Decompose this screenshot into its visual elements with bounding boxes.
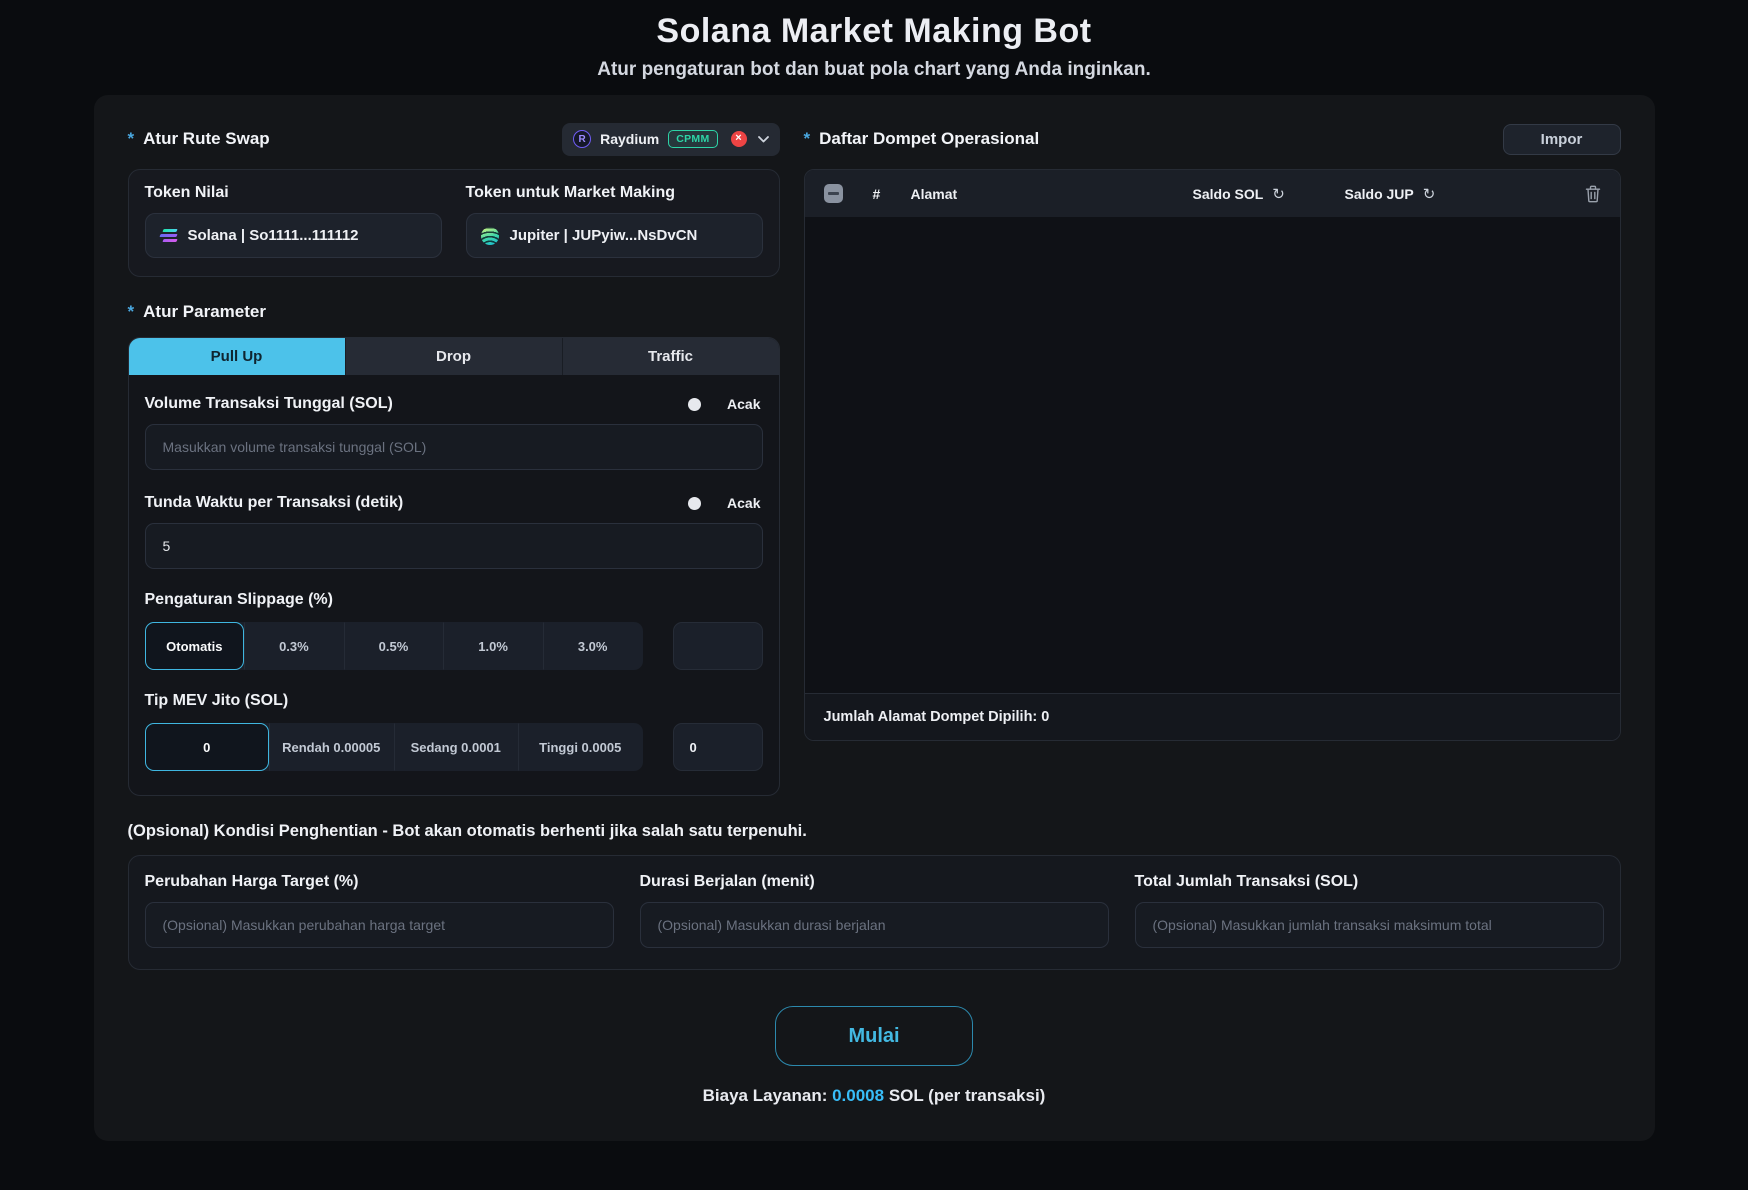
parameters-panel: Pull Up Drop Traffic Volume Transaksi Tu…: [127, 337, 780, 796]
swap-route-title: Atur Rute Swap: [143, 129, 270, 148]
delay-label: Tunda Waktu per Transaksi (detik): [144, 494, 404, 511]
duration-input[interactable]: [639, 902, 1109, 948]
jito-tip-option-low[interactable]: Rendah 0.00005: [269, 723, 394, 771]
refresh-jup-icon[interactable]: ↻: [1423, 185, 1436, 203]
mm-token-value: Jupiter | JUPyiw...NsDvCN: [509, 227, 698, 244]
trash-icon: [1585, 185, 1600, 202]
mode-tabs: Pull Up Drop Traffic: [128, 338, 779, 375]
slippage-option-05[interactable]: 0.5%: [343, 622, 444, 670]
base-token-select[interactable]: Solana | So1111...111112: [144, 213, 442, 258]
delay-input[interactable]: [144, 523, 763, 569]
required-asterisk: *: [127, 302, 135, 321]
select-all-checkbox[interactable]: [823, 184, 843, 203]
delay-random-toggle[interactable]: [688, 496, 702, 510]
jito-tip-option-high[interactable]: Tinggi 0.0005: [518, 723, 643, 771]
wallet-table-body: [804, 217, 1620, 693]
fee-suffix: SOL (per transaksi): [884, 1086, 1046, 1105]
start-button[interactable]: Mulai: [775, 1006, 973, 1066]
wallet-table: # Alamat Saldo SOL ↻ Saldo JUP ↻ Jumlah …: [803, 169, 1621, 741]
stop-conditions-title: (Opsional) Kondisi Penghentian - Bot aka…: [127, 822, 807, 840]
volume-random-label: Acak: [727, 396, 761, 412]
slippage-option-03[interactable]: 0.3%: [244, 622, 344, 670]
clear-dex-icon[interactable]: ×: [730, 131, 747, 147]
dex-selector[interactable]: R Raydium CPMM ×: [562, 122, 780, 156]
wallet-table-header: # Alamat Saldo SOL ↻ Saldo JUP ↻: [804, 170, 1620, 217]
jito-tip-option-medium[interactable]: Sedang 0.0001: [393, 723, 519, 771]
service-fee-line: Biaya Layanan: 0.0008 SOL (per transaksi…: [128, 1086, 1621, 1106]
jito-tip-custom-input[interactable]: [672, 723, 763, 771]
import-button[interactable]: Impor: [1502, 123, 1621, 155]
raydium-icon: R: [573, 130, 592, 148]
wallets-column: * Daftar Dompet Operasional Impor # Alam…: [803, 121, 1621, 796]
wallets-title: Daftar Dompet Operasional: [819, 129, 1040, 148]
dex-type-badge: CPMM: [668, 130, 718, 148]
dex-name: Raydium: [600, 131, 660, 147]
jito-tip-label: Tip MEV Jito (SOL): [144, 692, 289, 709]
stop-conditions-panel: Perubahan Harga Target (%) Durasi Berjal…: [127, 855, 1621, 970]
tab-pull-up[interactable]: Pull Up: [128, 338, 346, 375]
volume-random-toggle[interactable]: [688, 397, 702, 411]
tab-drop[interactable]: Drop: [346, 338, 563, 375]
selected-wallets-count: Jumlah Alamat Dompet Dipilih: 0: [823, 709, 1050, 725]
required-asterisk: *: [127, 129, 135, 148]
swap-settings-column: * Atur Rute Swap R Raydium CPMM × Token …: [127, 121, 780, 796]
mm-token-select[interactable]: Jupiter | JUPyiw...NsDvCN: [465, 213, 763, 258]
column-index: #: [872, 185, 881, 202]
column-address: Alamat: [910, 185, 958, 202]
solana-icon: [158, 229, 178, 242]
tab-traffic[interactable]: Traffic: [563, 338, 779, 375]
required-asterisk: *: [803, 129, 811, 148]
base-token-value: Solana | So1111...111112: [187, 227, 359, 244]
total-volume-input[interactable]: [1134, 902, 1604, 948]
refresh-sol-icon[interactable]: ↻: [1272, 185, 1285, 203]
slippage-option-10[interactable]: 1.0%: [443, 622, 543, 670]
base-token-label: Token Nilai: [144, 184, 229, 201]
total-volume-label: Total Jumlah Transaksi (SOL): [1134, 873, 1359, 890]
delay-random-label: Acak: [727, 495, 761, 511]
main-card: * Atur Rute Swap R Raydium CPMM × Token …: [93, 95, 1655, 1141]
jito-tip-option-zero[interactable]: 0: [144, 723, 269, 771]
slippage-option-30[interactable]: 3.0%: [542, 622, 643, 670]
slippage-options: Otomatis 0.3% 0.5% 1.0% 3.0%: [144, 622, 643, 670]
page-subtitle: Atur pengaturan bot dan buat pola chart …: [597, 59, 1151, 80]
wallet-table-footer: Jumlah Alamat Dompet Dipilih: 0: [804, 693, 1620, 740]
column-jup-balance: Saldo JUP: [1344, 185, 1414, 202]
token-route-panel: Token Nilai Solana | So1111...111112 Tok…: [127, 169, 780, 277]
volume-input[interactable]: [144, 424, 763, 470]
jupiter-icon: [480, 226, 499, 245]
slippage-label: Pengaturan Slippage (%): [144, 591, 333, 608]
jito-tip-options: 0 Rendah 0.00005 Sedang 0.0001 Tinggi 0.…: [144, 723, 643, 771]
fee-value: 0.0008: [832, 1086, 885, 1105]
duration-label: Durasi Berjalan (menit): [639, 873, 815, 890]
slippage-option-auto[interactable]: Otomatis: [144, 622, 245, 670]
parameters-title: Atur Parameter: [143, 302, 266, 321]
price-target-input[interactable]: [144, 902, 614, 948]
chevron-down-icon: [757, 135, 769, 143]
delete-wallets-button[interactable]: [1585, 185, 1601, 203]
price-target-label: Perubahan Harga Target (%): [144, 873, 359, 890]
page-title: Solana Market Making Bot: [656, 12, 1092, 50]
slippage-custom-input[interactable]: [672, 622, 763, 670]
column-sol-balance: Saldo SOL: [1192, 185, 1264, 202]
volume-label: Volume Transaksi Tunggal (SOL): [144, 395, 393, 412]
fee-prefix: Biaya Layanan:: [702, 1086, 833, 1105]
mm-token-label: Token untuk Market Making: [465, 184, 676, 201]
page-header: Solana Market Making Bot Atur pengaturan…: [0, 0, 1748, 81]
